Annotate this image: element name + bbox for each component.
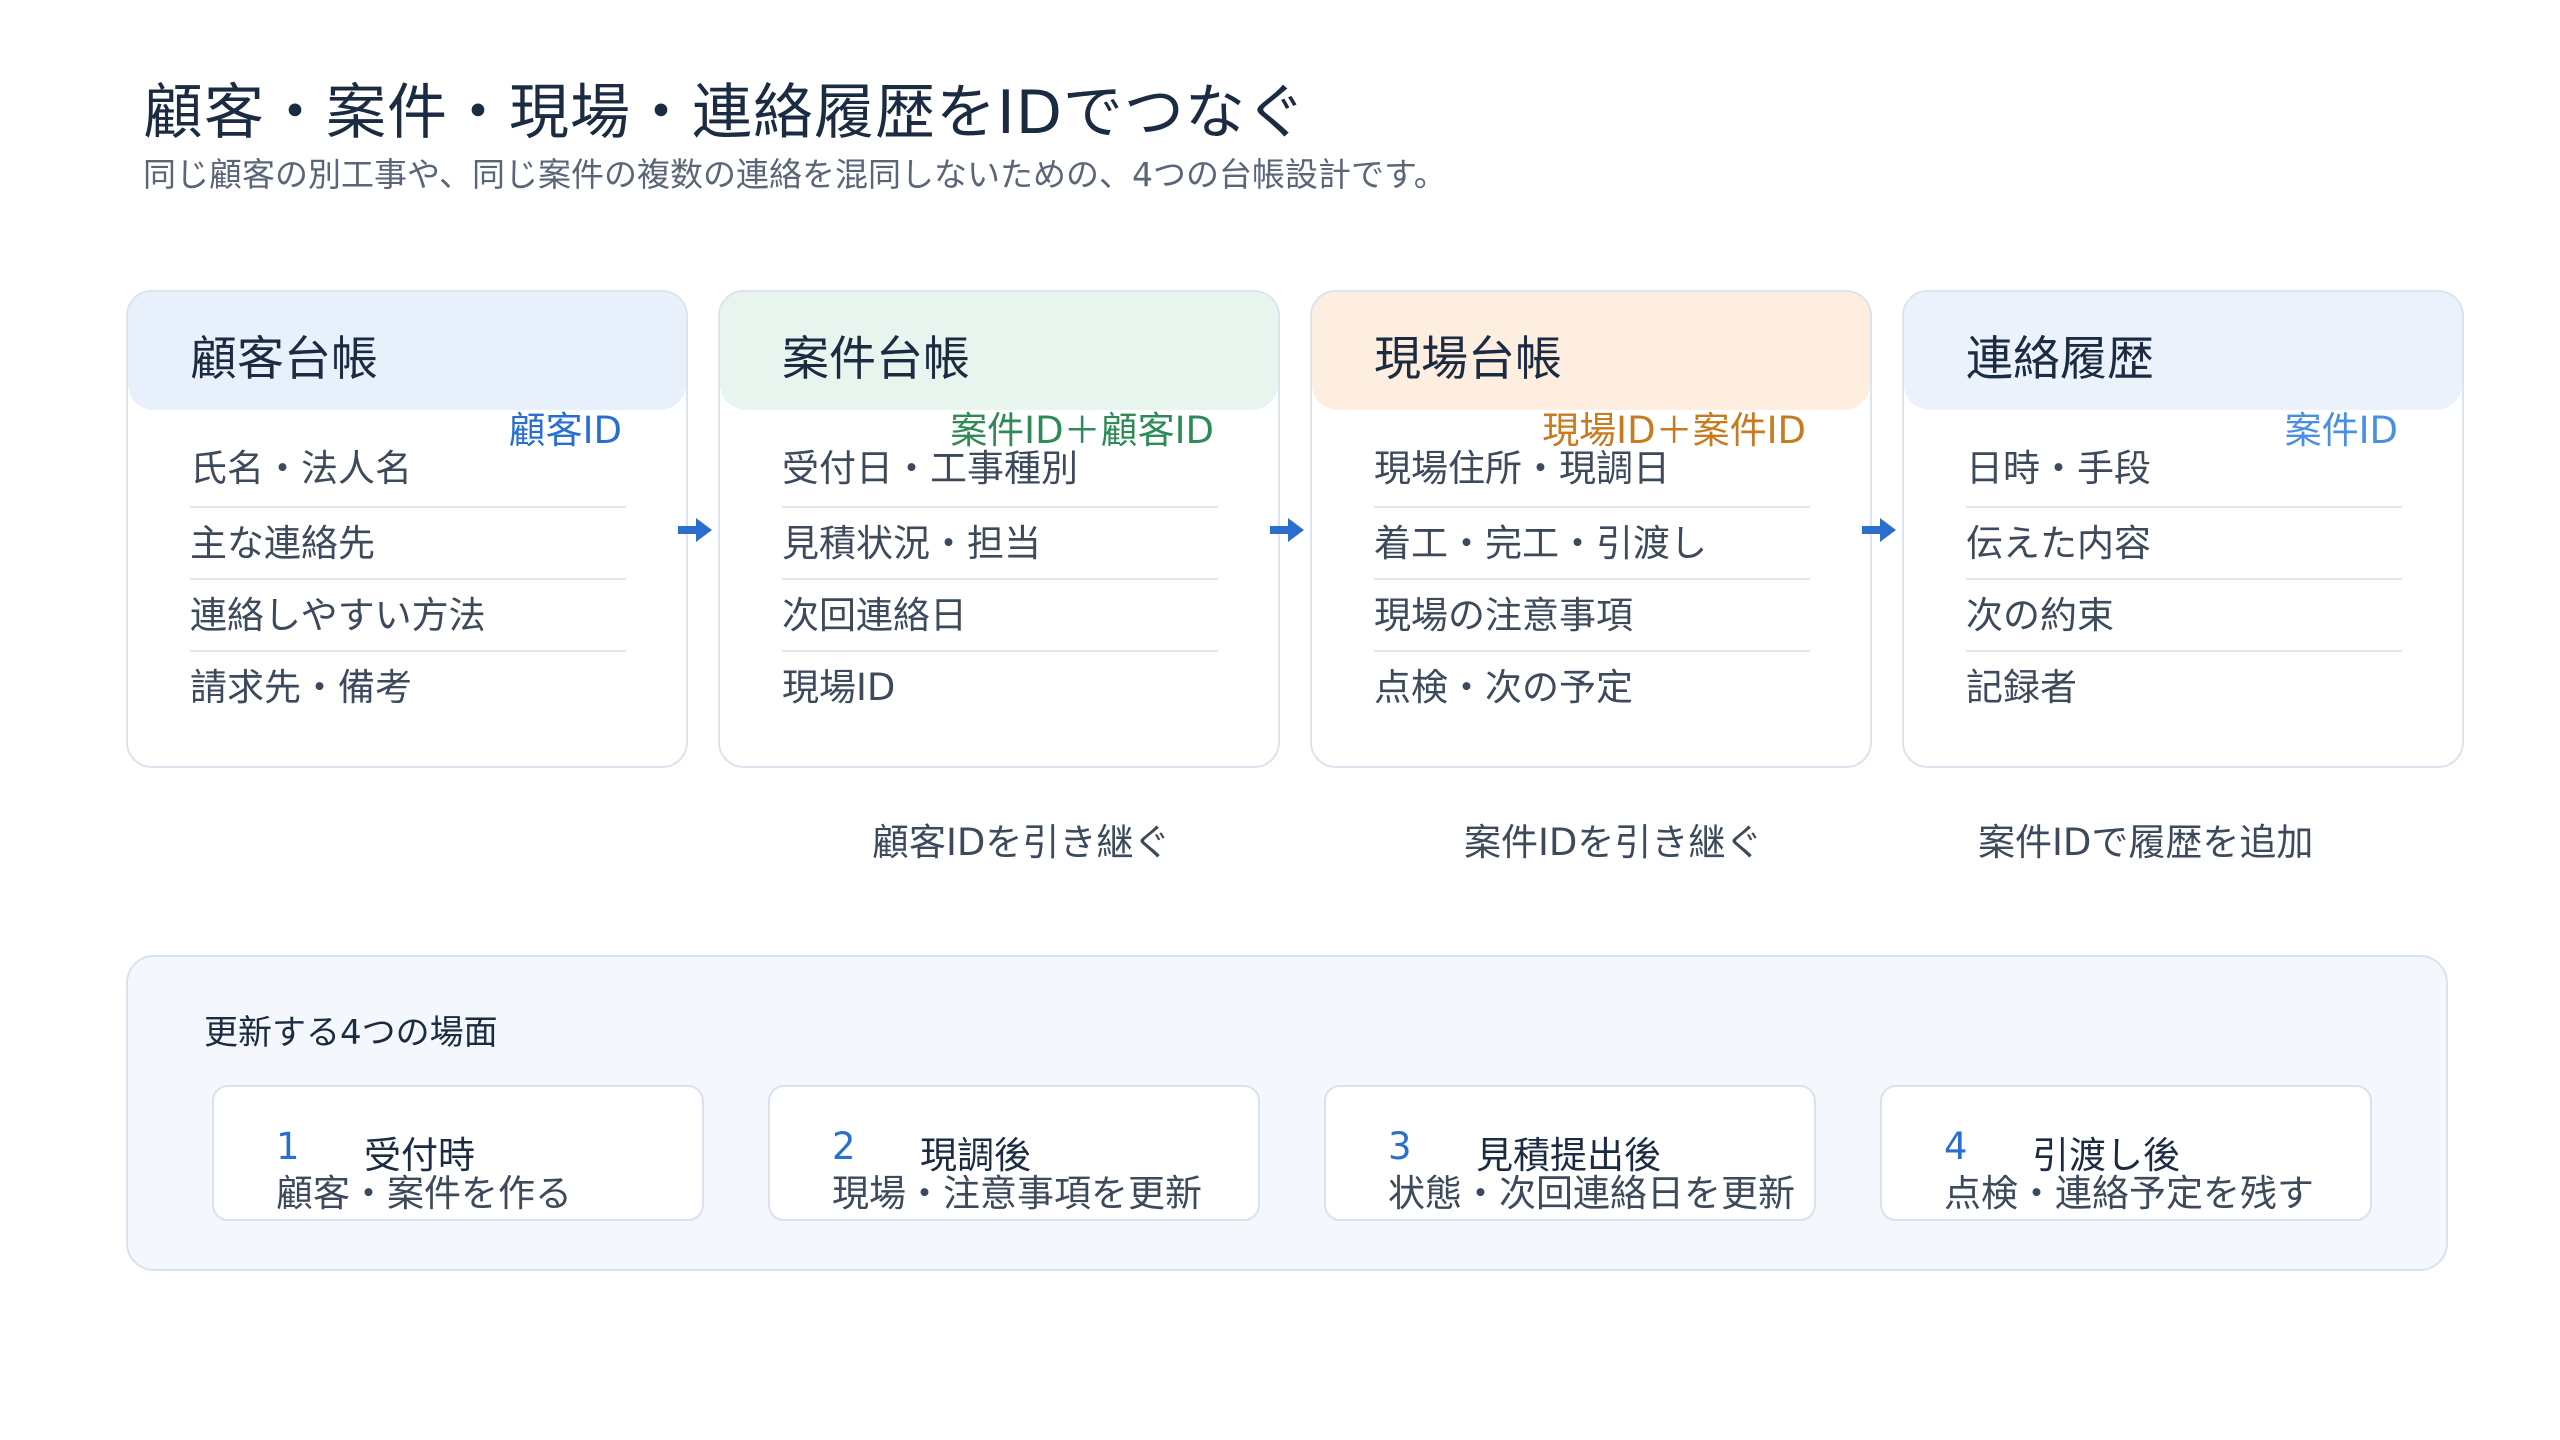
scene-number: 4	[1944, 1125, 1968, 1168]
scene-card: 3 見積提出後 状態・次回連絡日を更新	[1324, 1085, 1816, 1221]
ledger-card-contact-history: 連絡履歴 案件ID 日時・手段 伝えた内容 次の約束 記録者	[1902, 290, 2464, 768]
card-field: 現場住所・現調日	[1374, 442, 1810, 508]
card-field-list: 氏名・法人名 主な連絡先 連絡しやすい方法 請求先・備考	[190, 442, 626, 724]
card-field: 連絡しやすい方法	[190, 580, 626, 652]
scene-description: 顧客・案件を作る	[276, 1172, 572, 1215]
card-field: 伝えた内容	[1966, 508, 2402, 580]
card-title: 連絡履歴	[1966, 332, 2154, 387]
card-title: 顧客台帳	[190, 332, 378, 387]
card-field: 日時・手段	[1966, 442, 2402, 508]
card-field-list: 現場住所・現調日 着工・完工・引渡し 現場の注意事項 点検・次の予定	[1374, 442, 1810, 724]
page-title: 顧客・案件・現場・連絡履歴をIDでつなぐ	[143, 78, 1307, 148]
arrow-right-icon	[1862, 518, 1896, 542]
card-field: 記録者	[1966, 666, 2077, 709]
arrow-right-icon	[1270, 518, 1304, 542]
card-field: 受付日・工事種別	[782, 442, 1218, 508]
card-field-list: 日時・手段 伝えた内容 次の約束 記録者	[1966, 442, 2402, 724]
ledger-card-site: 現場台帳 現場ID＋案件ID 現場住所・現調日 着工・完工・引渡し 現場の注意事…	[1310, 290, 1872, 768]
ledger-card-customer: 顧客台帳 顧客ID 氏名・法人名 主な連絡先 連絡しやすい方法 請求先・備考	[126, 290, 688, 768]
scene-description: 点検・連絡予定を残す	[1944, 1172, 2314, 1215]
scene-number: 2	[832, 1125, 856, 1168]
card-field: 現場ID	[782, 666, 896, 709]
card-field: 次の約束	[1966, 580, 2402, 652]
scene-card: 4 引渡し後 点検・連絡予定を残す	[1880, 1085, 2372, 1221]
scene-number: 1	[276, 1125, 300, 1168]
page-subtitle: 同じ顧客の別工事や、同じ案件の複数の連絡を混同しないための、4つの台帳設計です。	[143, 155, 1447, 194]
card-title: 案件台帳	[782, 332, 970, 387]
card-field: 氏名・法人名	[190, 442, 626, 508]
arrow-right-icon	[678, 518, 712, 542]
scene-card: 1 受付時 顧客・案件を作る	[212, 1085, 704, 1221]
scene-description: 状態・次回連絡日を更新	[1388, 1172, 1795, 1215]
card-field: 点検・次の予定	[1374, 666, 1633, 709]
card-field: 現場の注意事項	[1374, 580, 1810, 652]
card-field: 次回連絡日	[782, 580, 1218, 652]
ledger-card-project: 案件台帳 案件ID＋顧客ID 受付日・工事種別 見積状況・担当 次回連絡日 現場…	[718, 290, 1280, 768]
link-caption: 案件IDで履歴を追加	[1978, 821, 2314, 864]
card-field-list: 受付日・工事種別 見積状況・担当 次回連絡日 現場ID	[782, 442, 1218, 724]
panel-title: 更新する4つの場面	[204, 1013, 498, 1053]
card-field: 見積状況・担当	[782, 508, 1218, 580]
update-scenes-panel: 更新する4つの場面 1 受付時 顧客・案件を作る 2 現調後 現場・注意事項を更…	[126, 955, 2448, 1271]
card-field: 主な連絡先	[190, 508, 626, 580]
page: 顧客・案件・現場・連絡履歴をIDでつなぐ 同じ顧客の別工事や、同じ案件の複数の連…	[0, 0, 2560, 1440]
link-caption: 顧客IDを引き継ぐ	[872, 821, 1171, 864]
card-field: 着工・完工・引渡し	[1374, 508, 1810, 580]
scene-description: 現場・注意事項を更新	[832, 1172, 1202, 1215]
card-field: 請求先・備考	[190, 666, 412, 709]
scene-number: 3	[1388, 1125, 1412, 1168]
link-caption: 案件IDを引き継ぐ	[1464, 821, 1763, 864]
scene-card: 2 現調後 現場・注意事項を更新	[768, 1085, 1260, 1221]
card-title: 現場台帳	[1374, 332, 1562, 387]
